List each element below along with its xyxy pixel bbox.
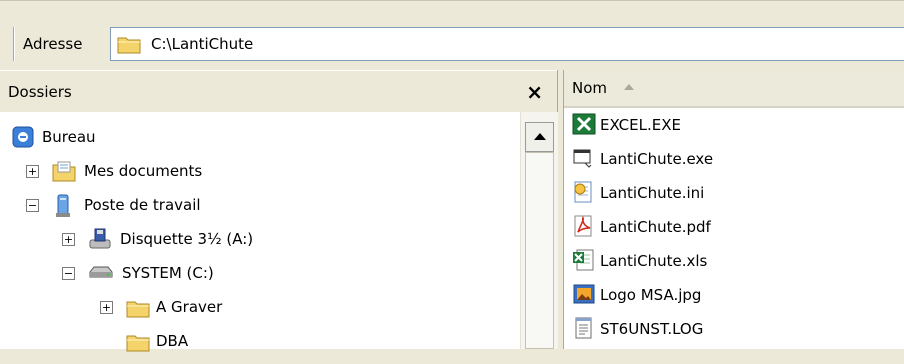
expand-icon[interactable]: + <box>62 233 75 246</box>
tree-item-label: SYSTEM (C:) <box>122 264 214 282</box>
files-pane: Nom EXCEL.EXE LantiChute.exe LantiChute.… <box>563 70 904 349</box>
tree-item-label: Disquette 3½ (A:) <box>120 230 254 248</box>
expand-icon[interactable]: + <box>26 165 39 178</box>
file-item-lantichute-pdf[interactable]: LantiChute.pdf <box>564 210 904 244</box>
file-item-lantichute-exe[interactable]: LantiChute.exe <box>564 142 904 176</box>
floppy-drive-icon <box>88 228 112 262</box>
folder-tree: Bureau + Mes documents − Poste de travai… <box>0 112 520 352</box>
file-item-st6unst-log[interactable]: ST6UNST.LOG <box>564 312 904 346</box>
desktop-icon <box>12 126 34 160</box>
expand-icon[interactable]: + <box>100 301 113 314</box>
close-icon[interactable]: × <box>526 71 543 113</box>
file-name: LantiChute.xls <box>600 252 708 270</box>
file-name: EXCEL.EXE <box>600 116 681 134</box>
file-name: Logo MSA.jpg <box>600 286 702 304</box>
folder-icon <box>126 296 150 330</box>
tree-item-label: Poste de travail <box>84 196 201 214</box>
address-label: Adresse <box>14 27 92 61</box>
folder-icon <box>126 330 150 364</box>
scroll-thumb[interactable] <box>525 152 554 349</box>
folders-pane: Dossiers × Bureau + Mes documents − Post… <box>0 70 558 352</box>
tree-item-label: DBA <box>156 332 189 350</box>
folders-pane-header: Dossiers × <box>0 70 557 113</box>
file-name: LantiChute.exe <box>600 150 714 168</box>
address-path: C:\LantiChute <box>151 35 254 53</box>
my-documents-icon <box>52 160 76 194</box>
file-item-excel-exe[interactable]: EXCEL.EXE <box>564 108 904 142</box>
address-toolbar: Adresse C:\LantiChute <box>0 0 904 63</box>
hard-drive-icon <box>88 262 114 296</box>
my-computer-icon <box>52 194 74 230</box>
scroll-up-button[interactable] <box>525 122 554 152</box>
collapse-icon[interactable]: − <box>62 267 75 280</box>
column-header-label: Nom <box>572 79 608 97</box>
folders-pane-title: Dossiers <box>8 83 72 101</box>
collapse-icon[interactable]: − <box>26 199 39 212</box>
file-name: LantiChute.ini <box>600 184 705 202</box>
file-item-logo-msa-jpg[interactable]: Logo MSA.jpg <box>564 278 904 312</box>
text-file-icon <box>572 317 596 351</box>
folder-icon <box>117 34 141 58</box>
tree-item-label: Mes documents <box>84 162 203 180</box>
file-item-lantichute-ini[interactable]: LantiChute.ini <box>564 176 904 210</box>
tree-scrollbar[interactable] <box>520 112 558 349</box>
column-header-name[interactable]: Nom <box>564 70 904 108</box>
file-name: ST6UNST.LOG <box>600 320 704 338</box>
file-item-lantichute-xls[interactable]: LantiChute.xls <box>564 244 904 278</box>
tree-item-label: A Graver <box>156 298 223 316</box>
file-name: LantiChute.pdf <box>600 218 711 236</box>
address-input[interactable]: C:\LantiChute <box>110 27 904 61</box>
sort-ascending-icon <box>624 84 634 90</box>
tree-item-label: Bureau <box>42 128 96 146</box>
